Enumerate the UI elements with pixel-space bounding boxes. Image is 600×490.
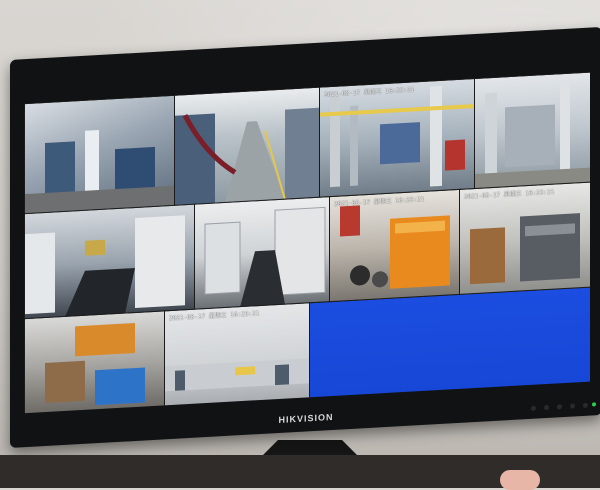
camera-5-scene: [25, 215, 185, 317]
camera-4-scene: [475, 83, 590, 190]
camera-feed-7[interactable]: 2021-03-17 星期三 16:23:21: [329, 188, 461, 304]
monitor-button-3[interactable]: [557, 404, 562, 410]
camera-feed-10[interactable]: 2021-03-17 星期三 16:23:21: [164, 302, 311, 408]
camera-1-scene: [25, 130, 175, 215]
monitor-button-2[interactable]: [544, 404, 549, 411]
monitor-button-4[interactable]: [570, 403, 575, 409]
camera-9-scene: [45, 323, 145, 406]
camera-feed-9[interactable]: [24, 310, 166, 414]
camera-feed-11-no-signal[interactable]: [309, 286, 590, 400]
camera-feed-1[interactable]: [24, 94, 176, 216]
camera-feed-6[interactable]: [194, 196, 331, 311]
hand-partial: [500, 470, 540, 490]
monitor: 2021-03-17 星期三 16:23:21 2021-03-17 星期三 1…: [10, 26, 600, 448]
camera-2-scene: [175, 107, 320, 206]
monitor-button-5[interactable]: [583, 402, 588, 408]
camera-feed-5[interactable]: [24, 203, 196, 321]
monitor-button-1[interactable]: [531, 405, 536, 411]
camera-feed-2[interactable]: [174, 86, 321, 207]
monitor-screen: 2021-03-17 星期三 16:23:21 2021-03-17 星期三 1…: [24, 71, 590, 414]
camera-feed-8[interactable]: 2021-03-17 星期三 16:23:21: [459, 181, 590, 296]
camera-feed-3[interactable]: 2021-03-17 星期三 16:23:21: [319, 77, 476, 199]
camera-feed-4[interactable]: [474, 71, 590, 191]
camera-grid: 2021-03-17 星期三 16:23:21 2021-03-17 星期三 1…: [24, 71, 590, 414]
camera-6-scene: [204, 206, 326, 308]
